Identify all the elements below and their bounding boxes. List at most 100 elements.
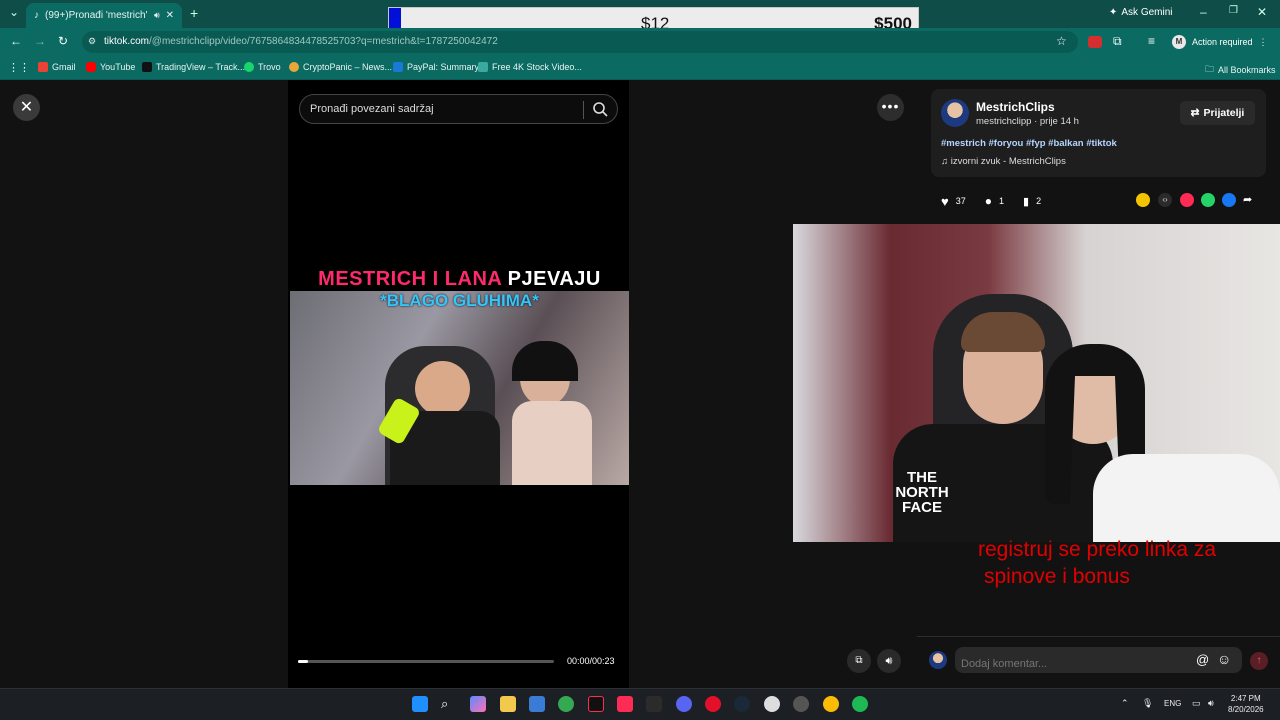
webcam-shirt-logo: THE NORTH FACE xyxy=(862,470,982,542)
input-language[interactable]: ENG xyxy=(1164,699,1181,708)
embed-icon[interactable]: ‹› xyxy=(1158,193,1172,207)
video-progress-fill xyxy=(298,660,309,663)
apps-grid-icon[interactable]: ⋮⋮ xyxy=(8,61,30,74)
video-hashtags[interactable]: #mestrich #foryou #fyp #balkan #tiktok xyxy=(941,138,1117,149)
video-frame[interactable]: *BLAGO GLUHIMA* xyxy=(290,291,629,485)
system-clock[interactable]: 2:47 PM 8/20/2026 xyxy=(1228,693,1264,715)
window-close-button[interactable]: ✕ xyxy=(1257,5,1267,19)
epic-games-icon[interactable] xyxy=(646,696,662,712)
friends-arrows-icon: ⇄ xyxy=(1190,107,1200,119)
address-bar[interactable]: ⚙ tiktok.com/@mestrichclipp/video/767586… xyxy=(82,31,1078,53)
url-path: /@mestrichclipp/video/767586483447852570… xyxy=(149,36,498,47)
settings-gear-icon[interactable] xyxy=(793,696,809,712)
bookmark-cryptopanic[interactable]: CryptoPanic – News... xyxy=(289,62,392,72)
steam-icon[interactable] xyxy=(734,696,750,712)
friends-label: Prijatelji xyxy=(1203,107,1245,119)
webcam-person-left-hair xyxy=(961,312,1045,352)
file-explorer-icon[interactable] xyxy=(500,696,516,712)
comments-count: 1 xyxy=(998,196,1004,206)
bookmark-label: CryptoPanic – News... xyxy=(303,62,393,72)
floating-player-button[interactable]: ⧉ xyxy=(847,649,871,673)
chrome-icon[interactable] xyxy=(558,696,574,712)
discord-icon[interactable] xyxy=(676,696,692,712)
copilot-icon[interactable] xyxy=(470,696,486,712)
bookmark-trovo[interactable]: Trovo xyxy=(244,62,281,72)
volume-button[interactable]: 🔊︎ xyxy=(877,649,901,673)
site-info-icon[interactable]: ⚙ xyxy=(88,36,96,47)
media-controls-icon[interactable]: ≡ xyxy=(1148,34,1155,48)
comment-bubble-icon[interactable]: ● xyxy=(985,194,992,208)
bookmark-youtube[interactable]: YouTube xyxy=(86,62,135,72)
music-note-icon: ♫ xyxy=(941,156,949,167)
repost-icon[interactable] xyxy=(1180,193,1194,207)
new-tab-button[interactable]: + xyxy=(190,5,198,21)
friends-button[interactable]: ⇄ Prijatelji xyxy=(1180,101,1255,125)
emoji-icon[interactable]: ☺ xyxy=(1217,651,1231,667)
speaker-icon[interactable]: 🔊︎ xyxy=(154,10,160,21)
promo-line2: spinove i bonus xyxy=(984,565,1130,588)
minimize-button[interactable]: – xyxy=(1200,5,1207,19)
coin-icon[interactable] xyxy=(1136,193,1150,207)
post-comment-button[interactable]: ↑ xyxy=(1250,652,1268,670)
profile-avatar[interactable]: M xyxy=(1172,35,1186,49)
like-heart-icon[interactable]: ♥ xyxy=(941,194,949,209)
folder-icon: 🗀︎ xyxy=(1205,64,1215,74)
author-avatar[interactable] xyxy=(941,99,969,127)
forward-arrow-icon[interactable]: → xyxy=(34,34,46,48)
search-icon[interactable] xyxy=(592,101,608,117)
webcam-person-right-shirt xyxy=(1093,454,1280,542)
store-icon[interactable] xyxy=(529,696,545,712)
whatsapp-icon[interactable] xyxy=(1201,193,1215,207)
windows-start-icon[interactable] xyxy=(412,696,428,712)
tiktok-taskbar-icon[interactable] xyxy=(588,696,604,712)
network-icon[interactable]: ▭ xyxy=(1192,698,1201,709)
video-subtitle: *BLAGO GLUHIMA* xyxy=(380,291,539,310)
video-frame-title: MESTRICH I LANA PJEVAJU xyxy=(290,268,629,292)
kebab-menu-icon: ⋮ xyxy=(1258,36,1268,47)
close-video-button[interactable]: ✕ xyxy=(13,94,40,121)
facebook-icon[interactable] xyxy=(1222,193,1236,207)
volume-tray-icon[interactable]: 🔊︎ xyxy=(1208,698,1214,709)
tiktok-live-icon[interactable] xyxy=(617,696,633,712)
share-arrow-icon[interactable]: ➦ xyxy=(1243,193,1257,207)
obs-icon[interactable] xyxy=(764,696,780,712)
clock-time: 2:47 PM xyxy=(1230,694,1261,703)
chrome-active-icon[interactable] xyxy=(823,696,839,712)
related-search-input[interactable]: Pronađi povezani sadržaj xyxy=(299,94,618,124)
mention-icon[interactable]: @ xyxy=(1196,652,1209,667)
ask-gemini-button[interactable]: ✦ Ask Gemini xyxy=(1109,7,1173,18)
all-bookmarks-button[interactable]: 🗀︎ All Bookmarks xyxy=(1205,62,1276,78)
bookmark-label: TradingView – Track... xyxy=(156,62,246,72)
cryptopanic-icon xyxy=(289,62,299,72)
spotify-icon[interactable] xyxy=(852,696,868,712)
shirt-logo-line3: FACE xyxy=(901,499,942,516)
all-bookmarks-label: All Bookmarks xyxy=(1218,65,1276,75)
tiktok-icon: ♪ xyxy=(34,10,39,21)
taskbar-search-icon[interactable]: ⌕ xyxy=(441,696,457,712)
tab-close-icon[interactable]: ✕ xyxy=(166,10,174,21)
tray-chevron-up-icon[interactable]: ⌃ xyxy=(1121,698,1129,709)
more-options-button[interactable]: ••• xyxy=(877,94,904,121)
bookmark-icon[interactable]: ▮ xyxy=(1023,195,1029,208)
opera-icon[interactable] xyxy=(705,696,721,712)
reload-icon[interactable]: ↻ xyxy=(58,34,68,48)
video-sound[interactable]: ♫ izvorni zvuk - MestrichClips xyxy=(941,156,1066,167)
paypal-icon xyxy=(393,62,403,72)
action-required-button[interactable]: Action required ⋮ xyxy=(1192,33,1268,51)
author-handle[interactable]: mestrichclipp · prije 14 h xyxy=(976,116,1079,127)
video-progress-bar[interactable] xyxy=(298,660,554,663)
bookmark-stock-video[interactable]: Free 4K Stock Video... xyxy=(478,62,582,72)
extensions-icon[interactable]: ⧉ xyxy=(1113,34,1122,49)
back-arrow-icon[interactable]: ← xyxy=(10,34,22,48)
shirt-logo-line2: NORTH xyxy=(895,484,949,501)
bookmark-gmail[interactable]: Gmail xyxy=(38,62,76,72)
bookmark-paypal[interactable]: PayPal: Summary xyxy=(393,62,479,72)
bookmark-tradingview[interactable]: TradingView – Track... xyxy=(142,62,245,72)
bookmark-star-icon[interactable]: ☆ xyxy=(1056,34,1067,48)
maximize-button[interactable]: ❐ xyxy=(1229,5,1238,16)
adblock-extension-icon[interactable] xyxy=(1088,36,1102,48)
tab-search-chevron-icon[interactable]: ⌄ xyxy=(9,5,19,19)
author-name[interactable]: MestrichClips xyxy=(976,100,1055,114)
tab-tiktok[interactable]: ♪ (99+)Pronađi 'mestrich' na 🔊︎ ✕ xyxy=(26,3,182,28)
microphone-icon[interactable]: 🎙︎ xyxy=(1142,698,1153,709)
